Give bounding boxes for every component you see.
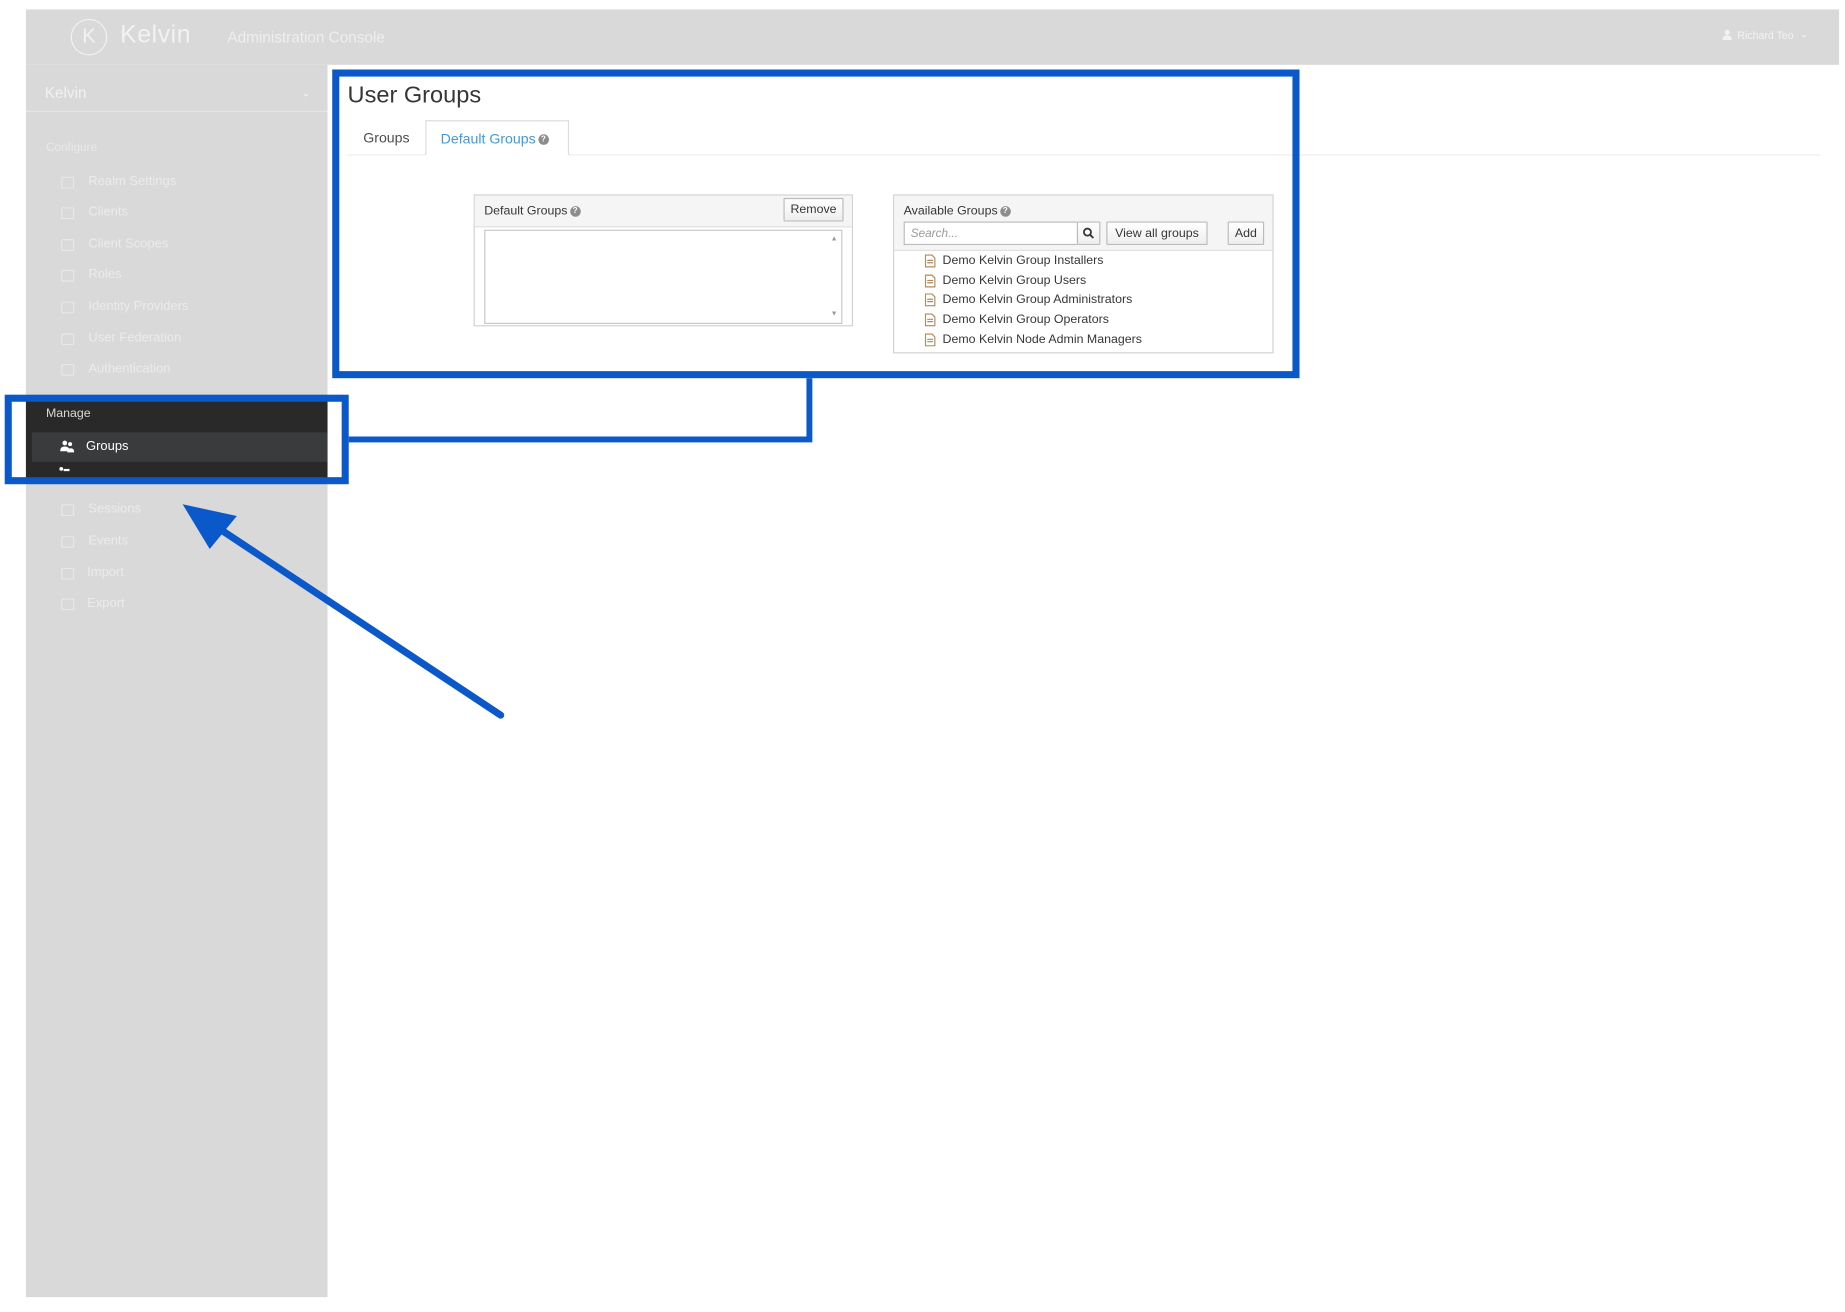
brand-name[interactable]: Kelvin bbox=[120, 21, 191, 49]
scopes-icon bbox=[61, 239, 75, 251]
sidebar-item-label: Identity Providers bbox=[88, 299, 189, 314]
sidebar: Kelvin ⌄ Configure Realm Settings Client… bbox=[25, 64, 328, 1298]
sidebar-item-label: Sessions bbox=[88, 501, 141, 517]
user-icon bbox=[59, 467, 70, 472]
sidebar-item-export[interactable]: Export bbox=[26, 590, 328, 618]
question-circle-icon[interactable]: ? bbox=[569, 205, 581, 217]
view-all-groups-button[interactable]: View all groups bbox=[1106, 221, 1208, 246]
list-item[interactable]: Demo Kelvin Group Operators bbox=[924, 312, 1109, 327]
app-window: K Kelvin Administration Console Richard … bbox=[0, 0, 1845, 1312]
user-menu[interactable]: Richard Teo ⌄ bbox=[1721, 28, 1809, 41]
search-icon bbox=[1083, 227, 1094, 239]
clock-icon bbox=[61, 504, 75, 517]
chevron-down-icon: ⌄ bbox=[1799, 28, 1809, 41]
file-icon bbox=[924, 292, 936, 306]
file-icon bbox=[924, 332, 936, 346]
import-icon bbox=[61, 567, 75, 580]
tab-default-groups[interactable]: Default Groups? bbox=[425, 120, 570, 156]
sidebar-item-import[interactable]: Import bbox=[26, 560, 328, 588]
default-groups-listbox[interactable]: ▲ ▼ bbox=[484, 229, 843, 324]
file-icon bbox=[924, 312, 936, 326]
tab-label: Default Groups bbox=[440, 130, 536, 148]
user-icon bbox=[1721, 29, 1732, 41]
sidebar-item-label: User Federation bbox=[88, 331, 182, 346]
sidebar-item-identity-providers[interactable]: Identity Providers bbox=[26, 293, 328, 321]
sidebar-item-clients[interactable]: Clients bbox=[26, 199, 328, 227]
sidebar-item-client-scopes[interactable]: Client Scopes bbox=[26, 231, 328, 259]
sidebar-item-sessions[interactable]: Sessions bbox=[26, 496, 328, 524]
panel-header: Available Groups? View all groups Add bbox=[894, 195, 1273, 251]
section-label-configure: Configure bbox=[45, 141, 98, 155]
sidebar-item-label: Realm Settings bbox=[88, 174, 177, 189]
sidebar-item-authentication[interactable]: Authentication bbox=[26, 356, 328, 384]
list-item[interactable]: Demo Kelvin Node Admin Managers bbox=[924, 332, 1142, 347]
chevron-down-icon: ⌄ bbox=[301, 87, 312, 101]
sidebar-item-groups[interactable]: Groups bbox=[31, 432, 328, 462]
panel-title: Available Groups? bbox=[904, 204, 1011, 218]
question-circle-icon[interactable]: ? bbox=[1000, 205, 1011, 217]
tasks-icon bbox=[61, 269, 75, 282]
list-item[interactable]: Demo Kelvin Group Installers bbox=[924, 253, 1104, 268]
sidebar-item-label: Authentication bbox=[88, 361, 171, 376]
list-item[interactable]: Demo Kelvin Group Administrators bbox=[924, 292, 1133, 307]
realm-name: Kelvin bbox=[44, 83, 87, 102]
group-name: Demo Kelvin Group Operators bbox=[942, 312, 1109, 327]
group-name: Demo Kelvin Group Installers bbox=[942, 253, 1104, 268]
scroll-down-icon[interactable]: ▼ bbox=[831, 311, 839, 318]
sidebar-item-events[interactable]: Events bbox=[26, 528, 328, 556]
kelvin-logo-icon[interactable]: K bbox=[70, 18, 108, 56]
sidebar-item-label: Groups bbox=[86, 439, 129, 454]
scroll-up-icon[interactable]: ▲ bbox=[831, 236, 839, 243]
sidebar-item-label: Client Scopes bbox=[88, 236, 169, 251]
available-groups-panel: Available Groups? View all groups Add De… bbox=[893, 194, 1274, 354]
tab-label: Groups bbox=[363, 129, 410, 147]
sidebar-item-label: Clients bbox=[88, 204, 128, 220]
remove-button[interactable]: Remove bbox=[783, 197, 844, 222]
add-button[interactable]: Add bbox=[1227, 221, 1265, 246]
panel-header: Default Groups? Remove bbox=[474, 195, 852, 228]
group-name: Demo Kelvin Group Administrators bbox=[942, 292, 1133, 307]
default-groups-panel: Default Groups? Remove ▲ ▼ bbox=[473, 194, 853, 327]
file-icon bbox=[924, 273, 936, 287]
users-icon bbox=[60, 440, 75, 453]
search-button[interactable] bbox=[1076, 221, 1101, 246]
section-label-manage: Manage bbox=[45, 406, 91, 421]
cube-icon bbox=[61, 207, 75, 220]
top-navbar: K Kelvin Administration Console Richard … bbox=[25, 9, 1840, 65]
calendar-icon bbox=[61, 536, 75, 548]
tab-groups[interactable]: Groups bbox=[348, 120, 426, 155]
sidebar-item-label: Events bbox=[88, 533, 128, 548]
tab-bar: Groups Default Groups? bbox=[347, 120, 1821, 156]
sidebar-item-label: Roles bbox=[88, 267, 122, 282]
manage-section: Manage Groups bbox=[25, 400, 328, 479]
database-icon bbox=[61, 333, 75, 346]
sidebar-item-user-federation[interactable]: User Federation bbox=[26, 325, 328, 353]
console-title: Administration Console bbox=[227, 28, 385, 46]
connector-line bbox=[348, 378, 813, 443]
sliders-icon bbox=[61, 176, 75, 189]
sidebar-item-label: Export bbox=[87, 596, 125, 611]
sidebar-item-realm-settings[interactable]: Realm Settings bbox=[26, 168, 328, 196]
search-input[interactable] bbox=[903, 221, 1077, 246]
user-name: Richard Teo bbox=[1737, 28, 1794, 41]
realm-selector[interactable]: Kelvin ⌄ bbox=[25, 77, 328, 112]
group-name: Demo Kelvin Node Admin Managers bbox=[942, 332, 1142, 347]
list-item[interactable]: Demo Kelvin Group Users bbox=[924, 273, 1087, 288]
sidebar-item-label: Import bbox=[87, 565, 124, 580]
exchange-icon bbox=[61, 301, 75, 314]
page-title: User Groups bbox=[347, 82, 482, 109]
panel-title: Default Groups? bbox=[484, 204, 581, 218]
question-circle-icon[interactable]: ? bbox=[538, 134, 549, 146]
lock-icon bbox=[61, 364, 75, 376]
file-icon bbox=[924, 253, 936, 267]
export-icon bbox=[61, 598, 75, 611]
sidebar-item-roles[interactable]: Roles bbox=[26, 262, 328, 290]
group-name: Demo Kelvin Group Users bbox=[942, 273, 1087, 288]
